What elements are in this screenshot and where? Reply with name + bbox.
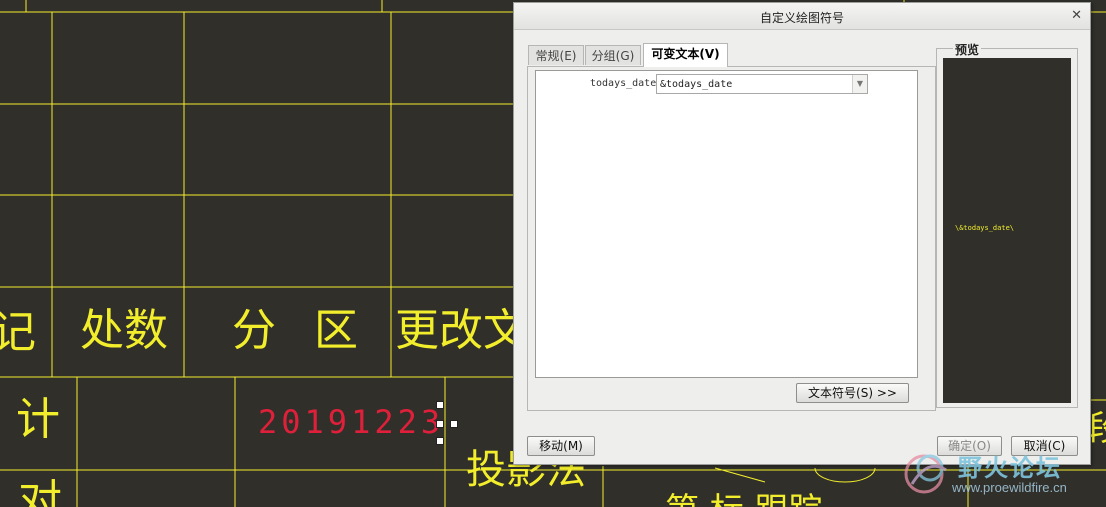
dialog-titlebar[interactable]: 自定义绘图符号 ✕ — [514, 3, 1090, 30]
forum-watermark: 野火论坛 www.proewildfire.cn — [898, 440, 1106, 507]
dialog-title: 自定义绘图符号 — [759, 11, 844, 25]
chevron-down-icon[interactable]: ▼ — [852, 75, 867, 93]
selection-handle-2[interactable] — [436, 420, 444, 428]
header-cell-record: 记 — [0, 307, 36, 358]
selection-handle-3[interactable] — [450, 420, 458, 428]
header-cell-zone: 分 区 — [232, 305, 358, 356]
bottom-partial-text: 第 标 跟踪 — [665, 494, 823, 507]
tab-grouping[interactable]: 分组(G) — [585, 45, 641, 65]
drawing-canvas[interactable]: 记 处数 分 区 更改文 计 对 20191223 投影法 段 第 标 跟踪 自… — [0, 0, 1106, 507]
variable-value[interactable]: &todays_date — [660, 79, 732, 90]
preview-area: \&todays_date\ — [943, 58, 1071, 403]
move-button[interactable]: 移动(M) — [527, 436, 595, 456]
tab-general[interactable]: 常规(E) — [528, 45, 584, 65]
variable-value-combo[interactable]: &todays_date ▼ — [656, 74, 868, 94]
header-cell-change: 更改文 — [395, 305, 527, 356]
custom-drawing-symbol-dialog[interactable]: 自定义绘图符号 ✕ 常规(E) 分组(G) 可变文本(V) todays_dat… — [513, 2, 1091, 465]
row-label-design: 计 — [16, 394, 60, 445]
text-symbol-button[interactable]: 文本符号(S) >> — [796, 383, 909, 403]
watermark-title: 野火论坛 — [958, 454, 1062, 482]
watermark-url: www.proewildfire.cn — [952, 480, 1067, 495]
tab-variable-text[interactable]: 可变文本(V) — [643, 43, 728, 67]
row-label-check: 对 — [18, 476, 62, 507]
preview-group: 预览 \&todays_date\ — [936, 41, 1078, 408]
selection-handle-1[interactable] — [436, 401, 444, 409]
variable-text-panel: todays_date &todays_date ▼ 文本符号(S) >> — [527, 66, 936, 411]
header-cell-count: 处数 — [80, 305, 168, 356]
variable-name-label: todays_date — [590, 78, 657, 89]
preview-label: 预览 — [953, 41, 982, 58]
date-text[interactable]: 20191223 — [258, 406, 444, 438]
close-icon[interactable]: ✕ — [1071, 8, 1082, 23]
preview-text: \&todays_date\ — [955, 224, 1015, 232]
flame-logo-icon — [904, 454, 947, 494]
selection-handle-4[interactable] — [436, 437, 444, 445]
variable-list[interactable]: todays_date &todays_date ▼ — [535, 70, 918, 378]
